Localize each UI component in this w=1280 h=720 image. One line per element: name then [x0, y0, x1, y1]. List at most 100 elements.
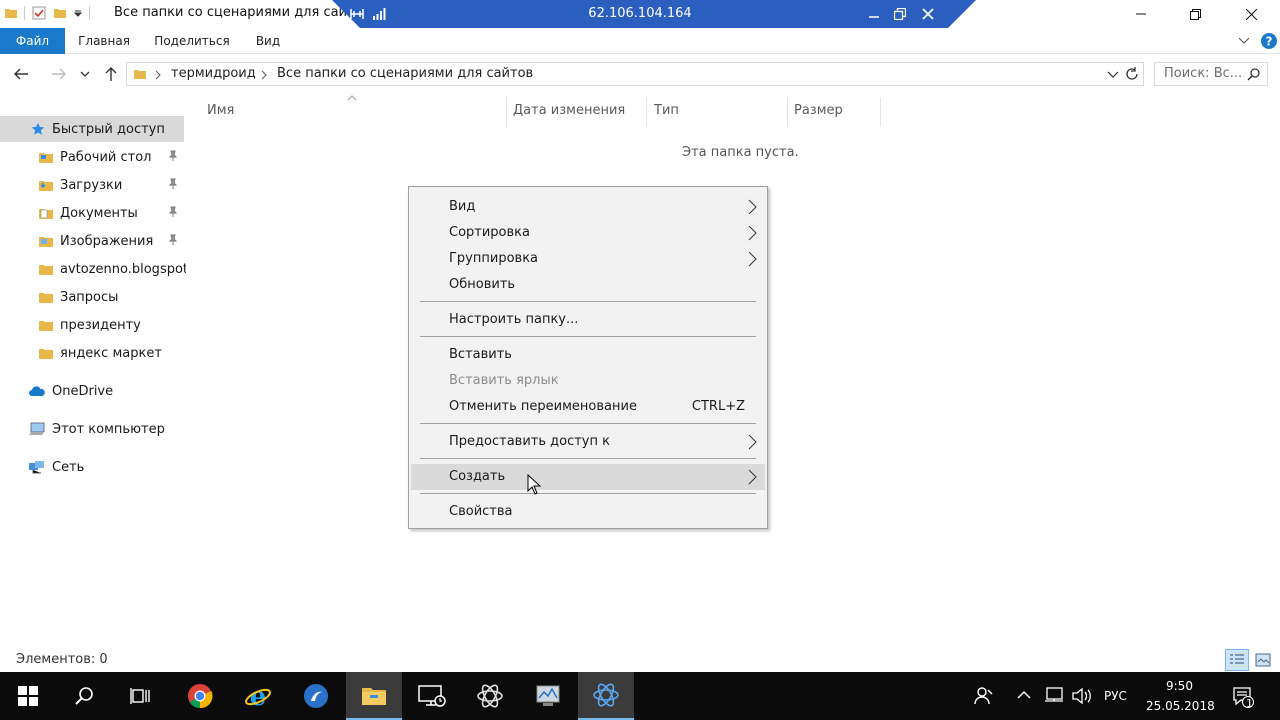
- nav-item-pictures[interactable]: Изображения: [0, 228, 184, 254]
- menu-separator: [420, 301, 756, 302]
- menu-item-group[interactable]: Группировка: [411, 246, 765, 272]
- nav-quick-access[interactable]: Быстрый доступ: [0, 116, 184, 142]
- tab-share[interactable]: Поделиться: [150, 28, 234, 54]
- column-separator[interactable]: [646, 98, 647, 126]
- properties-icon[interactable]: [31, 5, 47, 21]
- search-button[interactable]: [56, 672, 112, 720]
- taskbar-app-blue[interactable]: [288, 672, 344, 720]
- clock-date[interactable]: 25.05.2018: [1146, 699, 1215, 713]
- back-button[interactable]: [10, 64, 32, 84]
- taskbar-file-explorer[interactable]: [346, 672, 402, 720]
- column-separator[interactable]: [506, 98, 507, 126]
- tab-home[interactable]: Главная: [72, 28, 136, 54]
- forward-button[interactable]: [48, 64, 70, 84]
- help-icon[interactable]: ?: [1260, 32, 1278, 50]
- breadcrumb-item[interactable]: термидроид: [171, 66, 256, 81]
- taskbar-zennoposter[interactable]: [462, 672, 518, 720]
- recent-locations-button[interactable]: [76, 64, 94, 84]
- breadcrumb-item[interactable]: Все папки со сценариями для сайтов: [277, 66, 533, 81]
- menu-item-new[interactable]: Создать: [411, 464, 765, 490]
- address-bar[interactable]: термидроид Все папки со сценариями для с…: [126, 62, 1144, 86]
- close-button[interactable]: [1224, 0, 1278, 28]
- restore-button[interactable]: [1168, 0, 1222, 28]
- menu-item-properties[interactable]: Свойства: [411, 499, 765, 525]
- start-button[interactable]: [0, 672, 56, 720]
- svg-text:e: e: [250, 682, 267, 710]
- tab-view[interactable]: Вид: [248, 28, 288, 54]
- menu-item-undo-rename[interactable]: Отменить переименование CTRL+Z: [411, 394, 765, 420]
- menu-item-refresh[interactable]: Обновить: [411, 272, 765, 298]
- remote-restore-icon[interactable]: [894, 8, 906, 20]
- menu-item-sort[interactable]: Сортировка: [411, 220, 765, 246]
- search-input[interactable]: Поиск: Вс...: [1154, 62, 1268, 86]
- breadcrumb-chevron-icon: [155, 70, 161, 80]
- folder-icon: [39, 321, 53, 331]
- minimize-button[interactable]: [1114, 0, 1168, 28]
- task-view-button[interactable]: [112, 672, 168, 720]
- details-view-button[interactable]: [1225, 649, 1249, 671]
- menu-item-shortcut: CTRL+Z: [691, 399, 745, 414]
- pin-icon[interactable]: [167, 178, 179, 190]
- remote-desktop-icon: [418, 685, 446, 707]
- show-hidden-icons-icon[interactable]: [1017, 690, 1031, 700]
- up-button[interactable]: [100, 64, 122, 84]
- refresh-icon[interactable]: [1125, 67, 1139, 81]
- menu-item-label: Свойства: [449, 504, 513, 519]
- customize-toolbar-icon[interactable]: [73, 8, 83, 18]
- nav-item-network[interactable]: Сеть: [0, 454, 184, 480]
- folder-icon: [39, 265, 53, 275]
- nav-item-folder[interactable]: Запросы: [0, 284, 184, 310]
- large-icons-view-button[interactable]: [1251, 649, 1275, 671]
- new-folder-icon[interactable]: [53, 6, 67, 20]
- people-icon[interactable]: [974, 686, 994, 706]
- menu-item-paste-shortcut: Вставить ярлык: [411, 368, 765, 394]
- column-separator[interactable]: [880, 98, 881, 126]
- column-header-name[interactable]: Имя: [207, 100, 234, 126]
- restore-icon: [1189, 8, 1201, 20]
- nav-item-folder[interactable]: яндекс маркет: [0, 340, 184, 366]
- menu-item-view[interactable]: Вид: [411, 194, 765, 220]
- pin-icon[interactable]: [167, 150, 179, 162]
- remote-minimize-icon[interactable]: [869, 9, 879, 19]
- tab-file[interactable]: Файл: [0, 28, 65, 54]
- clock-time[interactable]: 9:50: [1166, 679, 1193, 693]
- column-header-type[interactable]: Тип: [654, 100, 679, 126]
- menu-item-paste[interactable]: Вставить: [411, 342, 765, 368]
- column-header-size[interactable]: Размер: [794, 100, 843, 126]
- menu-item-label: Настроить папку...: [449, 312, 579, 327]
- nav-item-folder[interactable]: avtozenno.blogspot: [0, 256, 186, 282]
- nav-item-desktop[interactable]: Рабочий стол: [0, 144, 184, 170]
- taskbar-chrome[interactable]: [172, 672, 228, 720]
- column-header-date[interactable]: Дата изменения: [513, 100, 625, 126]
- expand-ribbon-icon[interactable]: [1238, 36, 1250, 46]
- taskbar-zennodroid[interactable]: [578, 672, 634, 720]
- downloads-folder-icon: [39, 181, 53, 191]
- menu-item-give-access[interactable]: Предоставить доступ к: [411, 429, 765, 455]
- input-language[interactable]: РУС: [1104, 689, 1127, 703]
- address-dropdown-icon[interactable]: [1107, 70, 1119, 80]
- sort-ascending-icon: [347, 95, 357, 101]
- taskbar: e РУС 9:50 25.05.2018 1: [0, 672, 1280, 720]
- taskbar-app-monitor[interactable]: [520, 672, 576, 720]
- remote-close-icon[interactable]: [922, 8, 934, 20]
- taskbar-remote-desktop[interactable]: [404, 672, 460, 720]
- column-separator[interactable]: [787, 98, 788, 126]
- folder-icon: [39, 293, 53, 303]
- nav-item-this-pc[interactable]: Этот компьютер: [0, 416, 184, 442]
- nav-item-documents[interactable]: Документы: [0, 200, 184, 226]
- pin-icon[interactable]: [167, 206, 179, 218]
- chevron-right-icon: [748, 199, 757, 215]
- folder-icon: [5, 9, 17, 18]
- nav-item-label: Запросы: [60, 289, 119, 305]
- pin-icon[interactable]: [167, 234, 179, 246]
- volume-icon[interactable]: [1072, 687, 1092, 705]
- arrow-left-icon: [14, 68, 28, 80]
- nav-item-downloads[interactable]: Загрузки: [0, 172, 184, 198]
- taskbar-internet-explorer[interactable]: e: [230, 672, 286, 720]
- chevron-right-icon: [748, 434, 757, 450]
- nav-item-folder[interactable]: президенту: [0, 312, 184, 338]
- nav-item-onedrive[interactable]: OneDrive: [0, 378, 184, 404]
- computer-icon: [29, 422, 45, 435]
- network-tray-icon[interactable]: [1044, 687, 1064, 705]
- menu-item-customize-folder[interactable]: Настроить папку...: [411, 307, 765, 333]
